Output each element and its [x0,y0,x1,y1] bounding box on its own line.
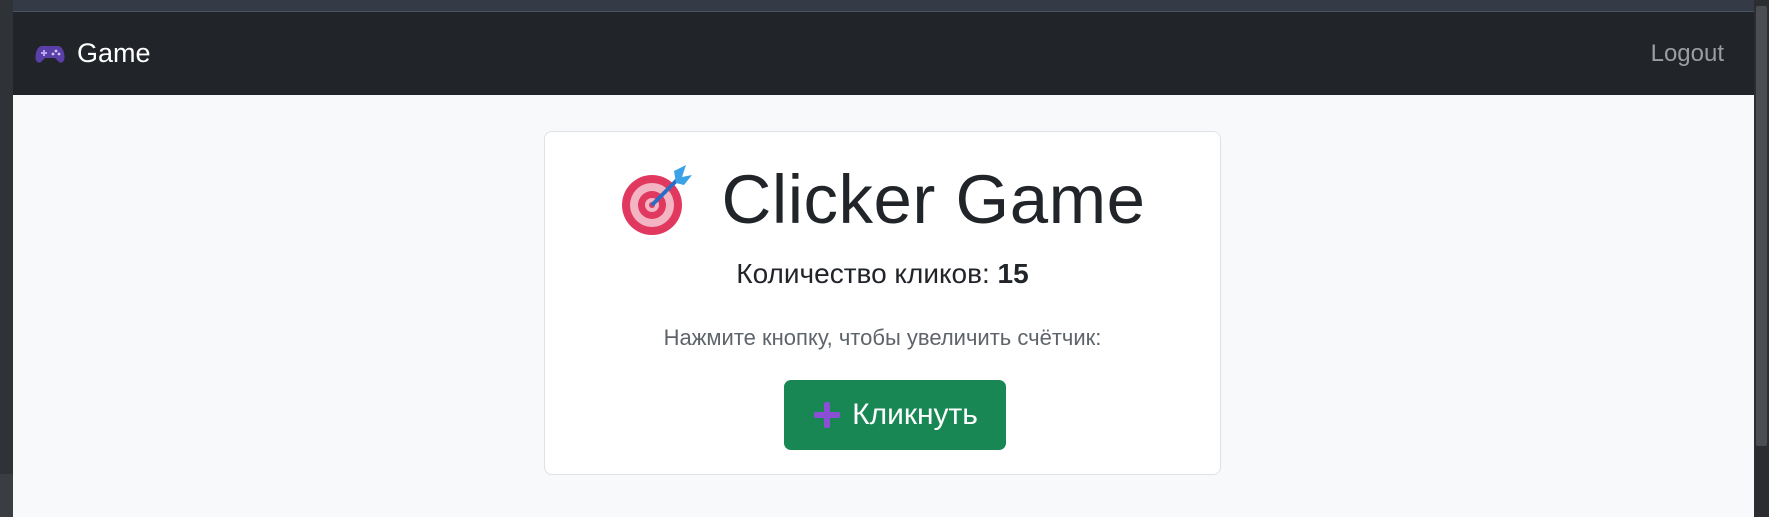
window-left-edge [0,0,13,517]
brand-text: Game [77,38,151,68]
instruction-text: Нажмите кнопку, чтобы увеличить счётчик: [663,325,1102,350]
click-button[interactable]: Кликнуть [784,380,1006,450]
navbar: Game Logout [13,12,1754,95]
window-top-strip [13,0,1754,12]
click-count-line: Количество кликов: 15 [545,258,1220,290]
app-viewport: Game Logout Clicker Game Количество клик… [13,12,1754,517]
scrollbar[interactable] [1754,0,1769,517]
click-button-label: Кликнуть [852,398,978,431]
scrollbar-thumb[interactable] [1756,6,1767,446]
plus-icon [814,402,841,428]
title-row: Clicker Game [545,160,1220,239]
click-count-value: 15 [997,258,1029,289]
navbar-brand[interactable]: Game [35,38,151,69]
target-dart-icon [621,164,692,235]
click-count-label: Количество кликов: [736,258,990,289]
page-title: Clicker Game [721,161,1146,238]
logout-link[interactable]: Logout [1651,40,1724,68]
gamepad-icon [35,45,65,63]
game-card: Clicker Game Количество кликов: 15 Нажми… [544,131,1221,475]
